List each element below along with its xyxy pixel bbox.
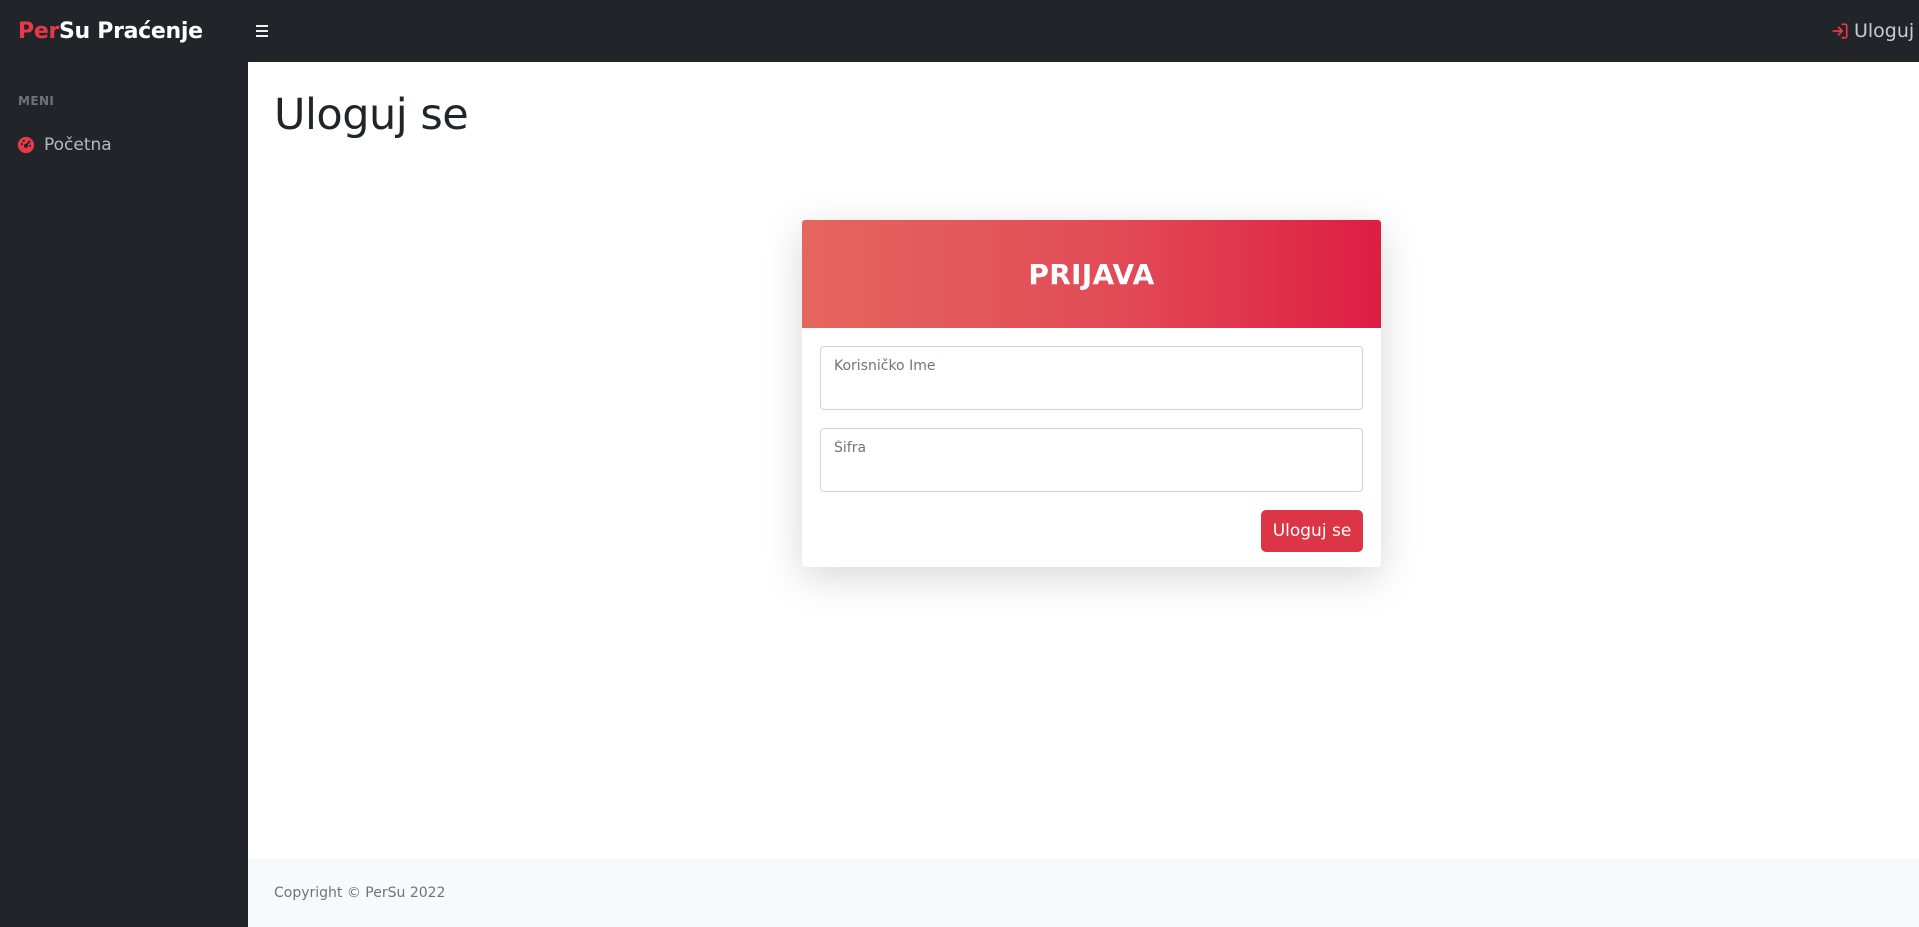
username-field-wrapper xyxy=(820,346,1363,410)
login-submit-button[interactable]: Uloguj se xyxy=(1261,510,1363,552)
hamburger-icon xyxy=(256,25,268,27)
sidebar-item-label: Početna xyxy=(44,135,112,155)
copyright-text: Copyright © PerSu 2022 xyxy=(274,885,446,901)
login-card-header: PRIJAVA xyxy=(802,220,1381,328)
sidebar-toggle-button[interactable] xyxy=(256,17,284,45)
sidebar-item-pocetna[interactable]: Početna xyxy=(0,135,248,155)
page-title: Uloguj se xyxy=(274,90,469,140)
top-navbar: PerSu Praćenje Uloguj se xyxy=(0,0,1919,62)
tachometer-icon xyxy=(17,136,35,154)
sidebar: MENI Početna xyxy=(0,62,248,927)
login-card: PRIJAVA Uloguj se xyxy=(802,220,1381,567)
brand-logo[interactable]: PerSu Praćenje xyxy=(0,19,248,44)
form-actions: Uloguj se xyxy=(820,510,1363,552)
brand-name: Su Praćenje xyxy=(59,18,203,44)
brand-accent: Per xyxy=(18,18,59,44)
footer: Copyright © PerSu 2022 xyxy=(248,859,1919,927)
password-input[interactable] xyxy=(834,440,1349,456)
sign-in-icon xyxy=(1832,23,1848,39)
navbar-login-label: Uloguj se xyxy=(1854,20,1919,42)
password-field-wrapper xyxy=(820,428,1363,492)
main-content: Uloguj se PRIJAVA Uloguj se xyxy=(248,62,1919,859)
navbar-right: Uloguj se xyxy=(1829,0,1919,62)
username-input[interactable] xyxy=(834,358,1349,374)
sidebar-heading: MENI xyxy=(18,94,55,108)
login-form: Uloguj se xyxy=(802,328,1381,552)
navbar-login-link[interactable]: Uloguj se xyxy=(1829,20,1919,42)
